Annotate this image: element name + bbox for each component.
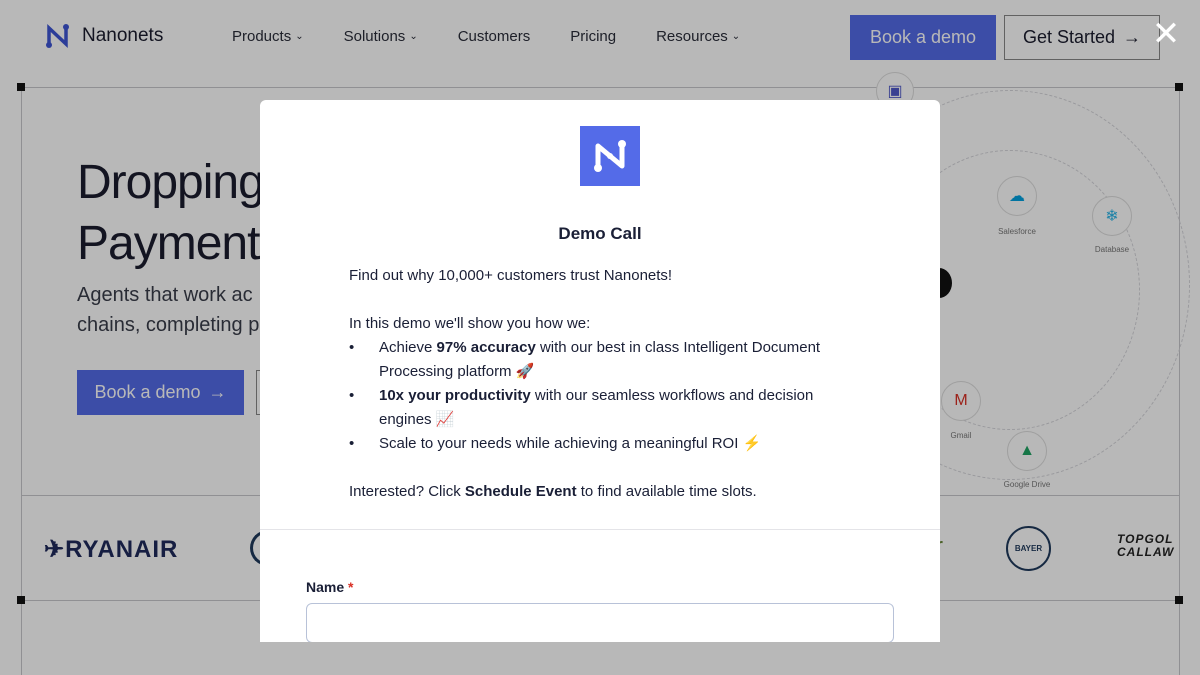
bullet-text: Scale to your needs while achieving a me…: [379, 435, 762, 452]
demo-call-modal: Demo Call Find out why 10,000+ customers…: [260, 100, 940, 642]
bullet-bold-text: 97% accuracy: [436, 339, 536, 356]
cta-prefix: Interested? Click: [349, 483, 465, 500]
lead-text: In this demo we'll show you how we:: [349, 315, 591, 332]
list-item: Scale to your needs while achieving a me…: [349, 432, 869, 456]
bullet-bold-text: 10x your productivity: [379, 387, 531, 404]
list-item: Achieve 97% accuracy with our best in cl…: [349, 336, 869, 384]
nanonets-mark-icon: [594, 140, 626, 172]
close-icon[interactable]: ✕: [1150, 17, 1182, 51]
cta-bold: Schedule Event: [464, 483, 577, 500]
cta-suffix: to find available time slots.: [576, 483, 757, 500]
required-marker: *: [348, 579, 354, 595]
divider: [260, 529, 940, 530]
name-field-label: Name *: [306, 579, 353, 595]
label-text: Name: [306, 579, 345, 595]
cta-text: Interested? Click Schedule Event to find…: [349, 480, 869, 504]
bullet-text: Achieve: [379, 339, 437, 356]
list-item: 10x your productivity with our seamless …: [349, 384, 869, 432]
modal-title: Demo Call: [558, 224, 642, 243]
nanonets-logo-icon: [580, 126, 640, 186]
intro-text: Find out why 10,000+ customers trust Nan…: [349, 267, 673, 284]
modal-description: Find out why 10,000+ customers trust Nan…: [349, 264, 869, 504]
name-input[interactable]: [306, 603, 894, 642]
